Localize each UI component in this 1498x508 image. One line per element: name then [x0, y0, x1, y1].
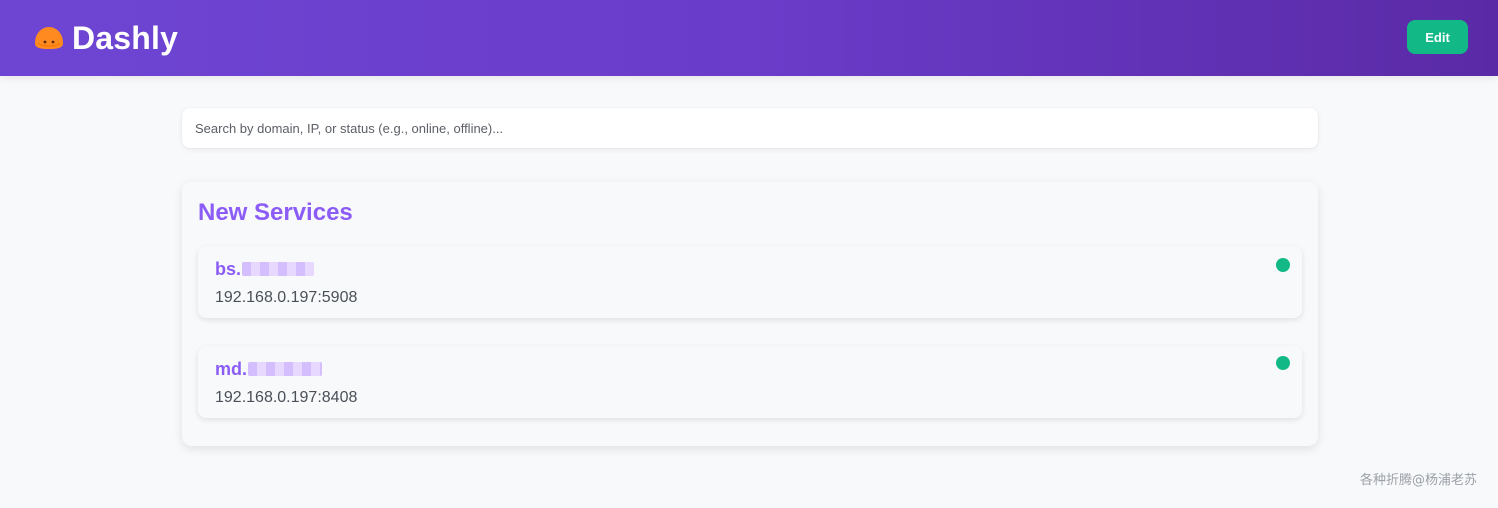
redacted-domain — [248, 362, 323, 376]
redacted-domain — [242, 262, 315, 276]
search-input[interactable] — [195, 108, 1305, 148]
services-section: New Services bs. 192.168.0.197:5908 md. … — [182, 182, 1318, 446]
service-name-prefix: md. — [215, 358, 248, 379]
service-address: 192.168.0.197:5908 — [215, 289, 358, 306]
brand[interactable]: Dashly — [32, 18, 178, 58]
service-card[interactable]: md. 192.168.0.197:8408 — [198, 346, 1302, 418]
brand-name: Dashly — [72, 20, 179, 56]
status-online-indicator — [1276, 258, 1290, 272]
section-title: New Services — [198, 199, 353, 226]
top-navbar: Dashly Edit — [0, 0, 1498, 76]
service-name-prefix: bs. — [215, 258, 242, 279]
service-name: md. — [215, 358, 323, 380]
watermark: 各种折腾@杨浦老苏 — [1359, 473, 1477, 488]
service-address: 192.168.0.197:8408 — [215, 389, 358, 406]
service-card[interactable]: bs. 192.168.0.197:5908 — [198, 246, 1302, 318]
mushroom-logo-icon — [35, 27, 63, 49]
search-box[interactable] — [182, 108, 1318, 148]
status-online-indicator — [1276, 356, 1290, 370]
edit-button[interactable]: Edit — [1407, 20, 1468, 54]
service-name: bs. — [215, 258, 315, 280]
